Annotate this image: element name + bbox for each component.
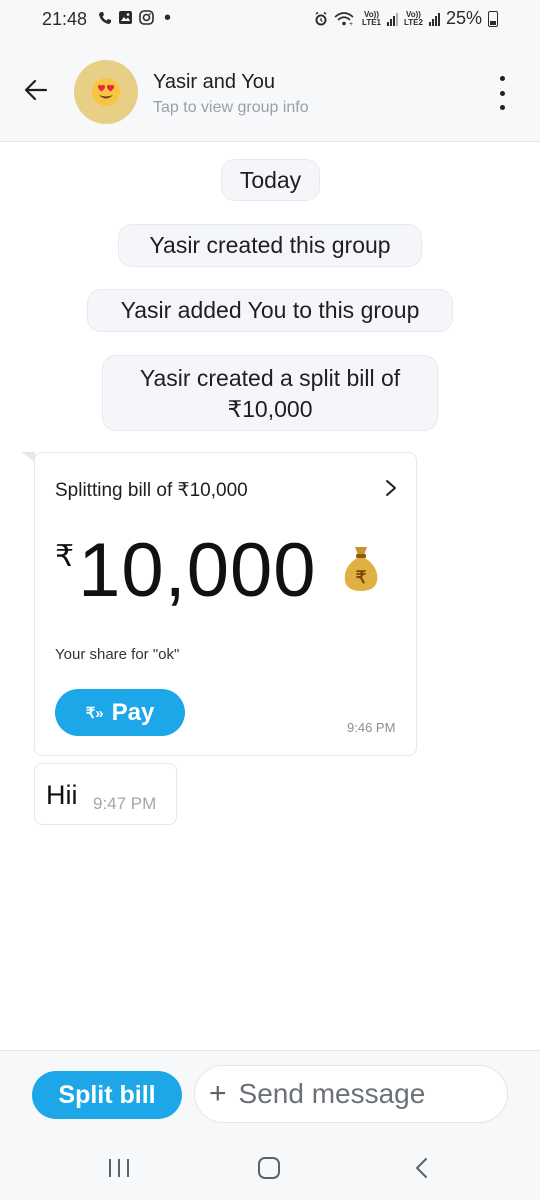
back-arrow-icon[interactable] <box>22 76 50 104</box>
home-icon[interactable] <box>258 1157 280 1179</box>
split-bill-button[interactable]: Split bill <box>32 1071 182 1119</box>
message-bubble[interactable]: Hii 9:47 PM <box>34 763 177 825</box>
composer-bar: Split bill + Send message <box>0 1050 540 1200</box>
nav-back-icon[interactable] <box>412 1157 432 1179</box>
system-message-chip: Yasir created a split bill of ₹10,000 <box>102 355 438 431</box>
money-bag-icon: ₹ <box>344 547 378 591</box>
battery-icon <box>488 10 498 27</box>
bill-amount-value: 10,000 <box>78 528 317 613</box>
more-notifications-dot-icon: • <box>164 6 172 29</box>
svg-text:₹: ₹ <box>356 568 367 587</box>
svg-text:+: + <box>349 21 353 27</box>
chat-subtitle[interactable]: Tap to view group info <box>153 99 309 117</box>
plus-icon[interactable]: + <box>209 1079 227 1109</box>
group-avatar[interactable] <box>74 60 138 124</box>
chat-title[interactable]: Yasir and You <box>153 71 275 94</box>
system-message-chip: Yasir created this group <box>118 224 422 267</box>
bill-amount: ₹ 10,000 <box>55 531 317 611</box>
sim1-signal-icon <box>387 12 398 26</box>
system-message-text: Yasir added You to this group <box>120 297 420 323</box>
sim1-volte-label: Vo)) LTE1 <box>362 9 381 27</box>
alarm-icon <box>315 11 327 25</box>
gallery-icon <box>119 11 132 24</box>
message-text: Hii <box>46 780 78 810</box>
status-bar: 21:48 • + Vo)) LTE1 Vo)) LTE2 25% <box>0 0 540 40</box>
sim2-signal-icon <box>428 12 440 26</box>
split-bill-card[interactable]: Splitting bill of ₹10,000 ₹ 10,000 ₹ You… <box>34 452 417 756</box>
date-divider-text: Today <box>239 167 302 193</box>
system-message-text: Yasir created a split bill of ₹10,000 <box>139 365 401 422</box>
share-text: Your share for "ok" <box>55 646 180 663</box>
split-bill-title: Splitting bill of ₹10,000 <box>55 480 248 501</box>
rupee-pay-icon: ₹» <box>85 704 104 722</box>
battery-percent: 25% <box>445 8 482 28</box>
instagram-icon <box>139 10 154 25</box>
system-message-text: Yasir created this group <box>149 232 391 258</box>
phone-icon <box>99 11 111 24</box>
system-nav-bar <box>0 1147 540 1200</box>
pay-button[interactable]: ₹» Pay <box>55 689 185 736</box>
chat-header: Yasir and You Tap to view group info <box>0 40 540 142</box>
sim2-volte-label: Vo)) LTE2 <box>404 9 423 27</box>
status-time: 21:48 <box>42 9 88 29</box>
date-divider-chip: Today <box>221 159 320 201</box>
send-message-input[interactable]: + Send message <box>194 1065 508 1123</box>
card-tail <box>21 452 35 462</box>
status-system-icons: + Vo)) LTE1 Vo)) LTE2 25% <box>314 8 498 29</box>
pay-button-label: Pay <box>111 698 155 726</box>
more-options-icon[interactable] <box>494 76 510 110</box>
wifi-icon: + <box>334 11 354 27</box>
currency-symbol: ₹ <box>55 540 75 573</box>
send-message-placeholder: Send message <box>238 1078 426 1109</box>
chevron-right-icon[interactable] <box>381 478 401 498</box>
message-timestamp: 9:47 PM <box>93 794 157 813</box>
heart-eyes-emoji-icon <box>92 78 120 106</box>
status-notification-icons: • <box>98 6 172 29</box>
recent-apps-icon[interactable] <box>109 1159 129 1177</box>
card-timestamp: 9:46 PM <box>347 720 396 735</box>
system-message-chip: Yasir added You to this group <box>87 289 453 332</box>
